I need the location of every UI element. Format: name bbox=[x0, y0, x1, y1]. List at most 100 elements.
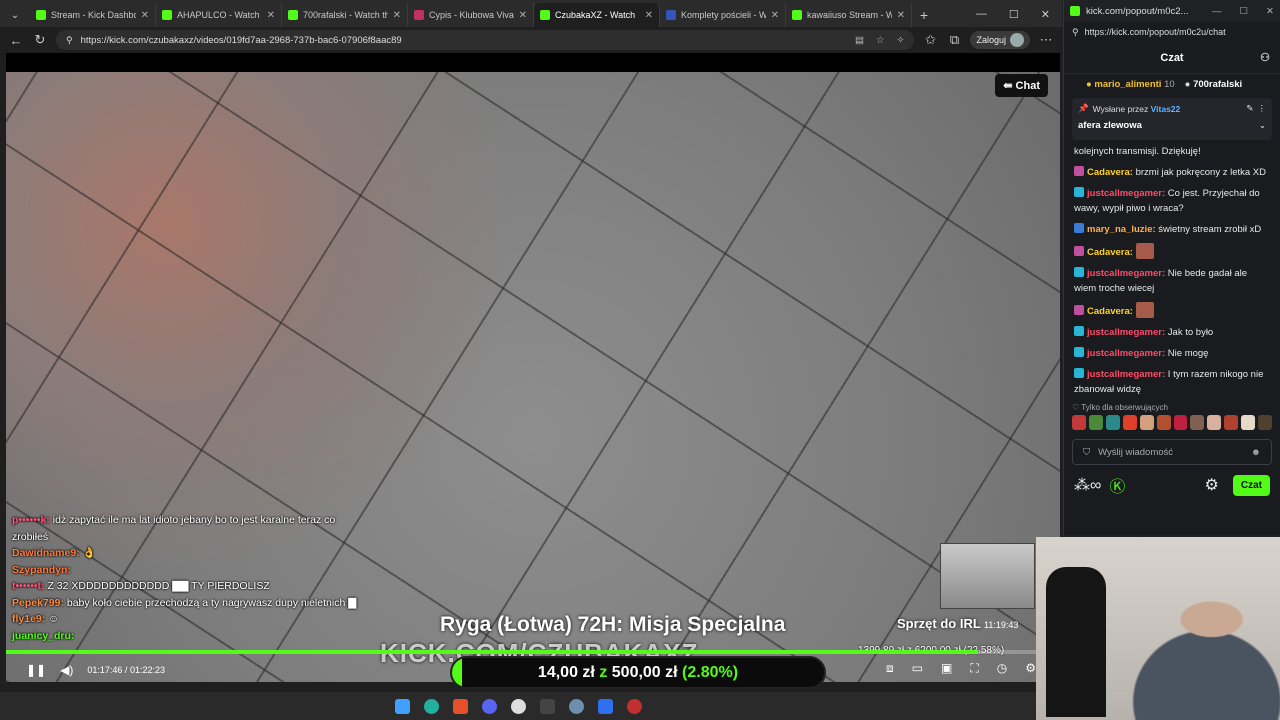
maximize-icon[interactable]: ☐ bbox=[1009, 8, 1019, 21]
chat-users-icon[interactable]: ⚇ bbox=[1260, 51, 1270, 64]
send-chat-button[interactable]: Czat bbox=[1232, 474, 1270, 496]
chat-message[interactable]: justcallmegamer: Jak to było bbox=[1074, 325, 1270, 340]
more-menu-icon[interactable]: ⋯ bbox=[1038, 32, 1054, 48]
volume-icon[interactable]: ◀) bbox=[60, 663, 73, 677]
reload-icon[interactable]: ↻ bbox=[32, 32, 48, 48]
windows-start-icon[interactable] bbox=[394, 698, 410, 714]
discord-icon[interactable] bbox=[481, 698, 497, 714]
chat-message[interactable]: justcallmegamer: Co jest. Przyjechał do … bbox=[1074, 186, 1270, 216]
chat-toggle-button[interactable]: ⇚ Chat bbox=[995, 74, 1048, 97]
gifter-1[interactable]: ● mario_alimenti 10 bbox=[1086, 79, 1175, 90]
brave-icon[interactable] bbox=[452, 698, 468, 714]
epic-icon[interactable] bbox=[539, 698, 555, 714]
speed-icon[interactable]: ◷ bbox=[997, 661, 1007, 676]
emote-icon[interactable] bbox=[1072, 415, 1086, 430]
app-icon[interactable] bbox=[597, 698, 613, 714]
miniplayer-icon[interactable]: ▣ bbox=[941, 661, 952, 676]
site-info-icon[interactable]: ⚲ bbox=[66, 35, 73, 46]
chat-username[interactable]: Cadavera: bbox=[1087, 247, 1133, 258]
star-icon[interactable]: ☆ bbox=[876, 35, 885, 46]
extensions-icon[interactable]: ✧ bbox=[897, 35, 905, 46]
collections-icon[interactable]: ⧉ bbox=[946, 32, 962, 48]
emoji-icon[interactable]: ☻ bbox=[1251, 447, 1261, 458]
reader-icon[interactable]: ▤ bbox=[855, 35, 864, 46]
chat-minimize-icon[interactable]: — bbox=[1212, 6, 1222, 17]
gifter-2[interactable]: ● 700rafalski bbox=[1185, 79, 1243, 90]
emote-icon[interactable] bbox=[1241, 415, 1256, 430]
emote-icon[interactable] bbox=[1258, 415, 1273, 430]
minimize-icon[interactable]: — bbox=[976, 8, 987, 21]
obs-icon[interactable] bbox=[510, 698, 526, 714]
tab-close-icon[interactable]: ✕ bbox=[393, 10, 401, 21]
tab-3[interactable]: Cypis - Klubowa Viva (K ✕ bbox=[408, 3, 534, 27]
theater-icon[interactable]: ▭ bbox=[912, 661, 923, 676]
tab-menu-icon[interactable]: ⌄ bbox=[0, 3, 30, 27]
chat-address-bar[interactable]: ⚲ https://kick.com/popout/m0c2u/chat bbox=[1068, 22, 1276, 42]
tab-4[interactable]: CzubakaXZ - Watch ✕ bbox=[534, 3, 660, 27]
expand-icon[interactable]: ⌄ bbox=[1259, 120, 1266, 131]
settings-icon[interactable]: ⚙ bbox=[1025, 661, 1036, 676]
url-text[interactable]: https://kick.com/czubakaxz/videos/019fd7… bbox=[81, 35, 402, 46]
chat-username[interactable]: justcallmegamer: bbox=[1087, 348, 1165, 359]
seek-bar[interactable] bbox=[6, 650, 1036, 654]
emote-icon[interactable] bbox=[1156, 415, 1171, 430]
chat-maximize-icon[interactable]: ☐ bbox=[1240, 6, 1249, 17]
emote-icon[interactable] bbox=[1088, 415, 1103, 430]
login-button[interactable]: Zaloguj bbox=[970, 31, 1030, 49]
chat-username[interactable]: Cadavera: bbox=[1087, 306, 1133, 317]
address-bar[interactable]: ⚲ https://kick.com/czubakaxz/videos/019f… bbox=[56, 30, 915, 50]
chat-message[interactable]: justcallmegamer: Nie bede gadał ale wiem… bbox=[1074, 266, 1270, 296]
chat-url-text[interactable]: https://kick.com/popout/m0c2u/chat bbox=[1085, 27, 1226, 37]
pinned-menu-icon[interactable]: ⋮ bbox=[1258, 103, 1267, 114]
chat-username[interactable]: Cadavera: bbox=[1087, 167, 1133, 178]
pause-icon[interactable]: ❚❚ bbox=[26, 663, 46, 677]
new-tab-icon[interactable]: + bbox=[912, 3, 936, 27]
tab-close-icon[interactable]: ✕ bbox=[141, 10, 149, 21]
clip-icon[interactable]: ⧈ bbox=[886, 661, 894, 676]
chat-username[interactable]: mary_na_luzie: bbox=[1087, 224, 1156, 235]
chat-input[interactable]: ⛉ Wyślij wiadomość ☻ bbox=[1072, 439, 1272, 465]
tab-0[interactable]: Stream - Kick Dashboard ✕ bbox=[30, 3, 156, 27]
kick-icon[interactable]: Ⓚ bbox=[1109, 473, 1125, 497]
chat-username[interactable]: justcallmegamer: bbox=[1087, 327, 1165, 338]
chat-message[interactable]: mary_na_luzie: świetny stream zrobił xD bbox=[1074, 222, 1270, 237]
close-window-icon[interactable]: ✕ bbox=[1041, 8, 1050, 21]
chat-close-icon[interactable]: ✕ bbox=[1266, 6, 1274, 17]
fullscreen-icon[interactable]: ⛶ bbox=[970, 661, 978, 676]
chat-username[interactable]: justcallmegamer: bbox=[1087, 188, 1165, 199]
tab-close-icon[interactable]: ✕ bbox=[897, 10, 905, 21]
chat-message[interactable]: Cadavera: brzmi jak pokręcony z letka XD bbox=[1074, 165, 1270, 180]
chat-message[interactable]: Cadavera: bbox=[1074, 243, 1270, 260]
pinned-message[interactable]: 📌 Wysłane przez Vitas22 ✎ ⋮ afera zlewow… bbox=[1072, 98, 1272, 140]
emote-icon[interactable] bbox=[1105, 415, 1120, 430]
tab-close-icon[interactable]: ✕ bbox=[519, 10, 527, 21]
favorites-icon[interactable]: ✩ bbox=[922, 32, 938, 48]
steam-icon[interactable] bbox=[568, 698, 584, 714]
app2-icon[interactable] bbox=[626, 698, 642, 714]
chat-message[interactable]: Cadavera: bbox=[1074, 302, 1270, 319]
chat-username[interactable]: justcallmegamer: bbox=[1087, 268, 1165, 279]
edge-icon[interactable] bbox=[423, 698, 439, 714]
emote-icon[interactable] bbox=[1190, 415, 1205, 430]
tab-close-icon[interactable]: ✕ bbox=[645, 10, 653, 21]
tab-5[interactable]: Komplety pościeli - Wyg ✕ bbox=[660, 3, 786, 27]
tab-close-icon[interactable]: ✕ bbox=[267, 10, 275, 21]
back-icon[interactable]: ← bbox=[8, 33, 24, 48]
emote-icon[interactable] bbox=[1224, 415, 1239, 430]
points-icon[interactable]: ⁂∞ bbox=[1074, 475, 1101, 495]
chat-settings-icon[interactable]: ⚙ bbox=[1205, 475, 1219, 495]
tab-1[interactable]: AHAPULCO - Watch the ✕ bbox=[156, 3, 282, 27]
unpin-icon[interactable]: ✎ bbox=[1246, 103, 1253, 114]
tab-2[interactable]: 700rafalski - Watch the ✕ bbox=[282, 3, 408, 27]
emote-icon[interactable] bbox=[1173, 415, 1188, 430]
emote-icon[interactable] bbox=[1139, 415, 1154, 430]
heart-icon: ♡ bbox=[1072, 403, 1082, 412]
chat-username[interactable]: justcallmegamer: bbox=[1087, 369, 1165, 380]
tab-close-icon[interactable]: ✕ bbox=[771, 10, 779, 21]
chat-message[interactable]: justcallmegamer: Nie mogę bbox=[1074, 346, 1270, 361]
emote-icon[interactable] bbox=[1122, 415, 1137, 430]
emote-icon[interactable] bbox=[1207, 415, 1222, 430]
chat-message[interactable]: justcallmegamer: I tym razem nikogo nie … bbox=[1074, 367, 1270, 397]
tab-6[interactable]: kawaiiuso Stream - Wat ✕ bbox=[786, 3, 912, 27]
chat-input-placeholder: Wyślij wiadomość bbox=[1098, 446, 1174, 458]
